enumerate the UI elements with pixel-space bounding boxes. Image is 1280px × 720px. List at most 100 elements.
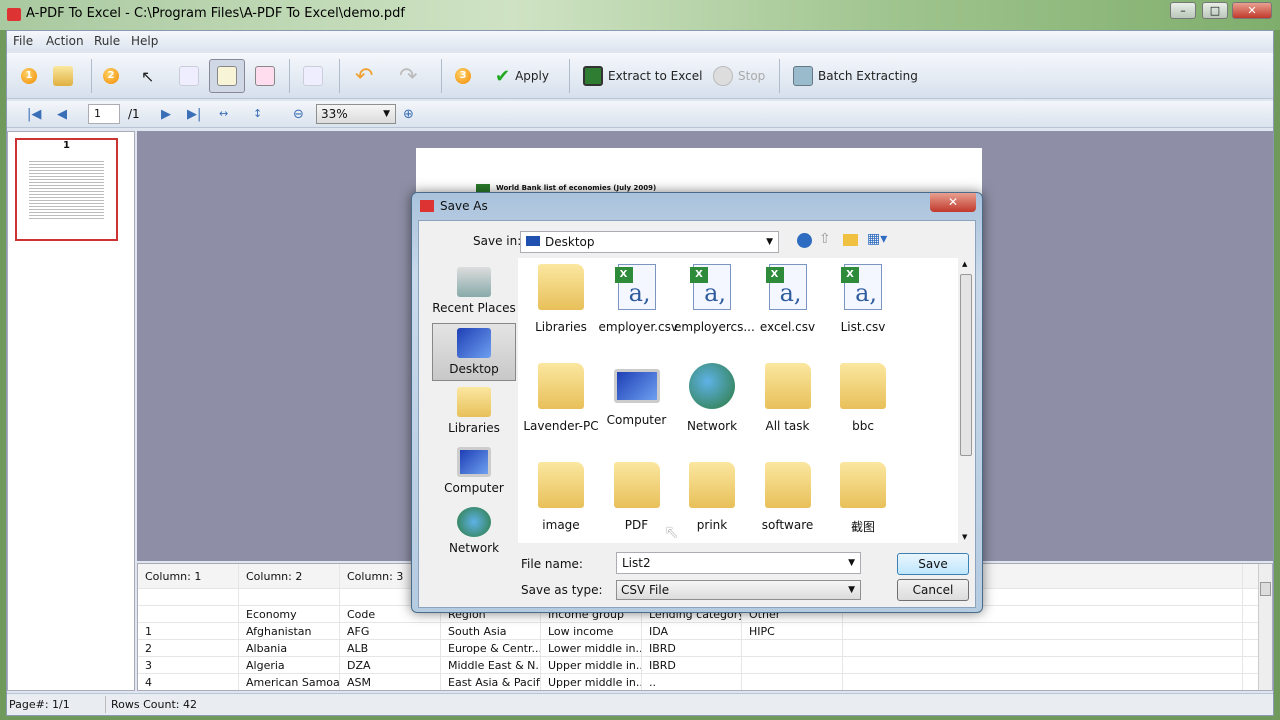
file-item[interactable]: Network bbox=[674, 363, 750, 433]
table-cell[interactable]: Lower middle in... bbox=[541, 640, 642, 657]
table-cell[interactable]: Afghanistan bbox=[239, 623, 340, 640]
zoom-in-icon[interactable]: ⊕ bbox=[403, 107, 414, 122]
table-cell[interactable] bbox=[742, 657, 843, 674]
file-item[interactable]: software bbox=[750, 462, 826, 532]
table-cell[interactable]: Low income bbox=[541, 623, 642, 640]
save-in-select[interactable]: Desktop ▼ bbox=[520, 231, 779, 253]
table-cell[interactable]: IBRD bbox=[642, 640, 742, 657]
menu-rule[interactable]: Rule bbox=[94, 34, 120, 48]
file-item[interactable]: Xa, employercs... bbox=[674, 264, 755, 334]
first-page-icon[interactable]: |◀ bbox=[27, 107, 41, 122]
table-cell[interactable]: 4 bbox=[138, 674, 239, 690]
table-cell[interactable]: HIPC bbox=[742, 623, 843, 640]
stop-button[interactable]: Stop bbox=[713, 63, 765, 89]
table-cell[interactable]: Middle East & N... bbox=[441, 657, 541, 674]
scrollbar-thumb[interactable] bbox=[1260, 582, 1271, 596]
open-folder-icon[interactable] bbox=[53, 66, 73, 86]
page-thumbnail[interactable]: 1 bbox=[15, 138, 118, 241]
new-folder-icon[interactable] bbox=[843, 234, 858, 246]
batch-extracting-button[interactable]: Batch Extracting bbox=[793, 63, 918, 89]
table-cell[interactable]: Upper middle in... bbox=[541, 674, 642, 690]
file-item[interactable]: Libraries bbox=[523, 264, 599, 334]
menu-file[interactable]: File bbox=[13, 34, 33, 48]
table-cell[interactable]: ALB bbox=[340, 640, 441, 657]
file-item[interactable]: 截图 bbox=[825, 462, 901, 535]
table-cell[interactable] bbox=[742, 674, 843, 690]
draw-table-icon[interactable] bbox=[217, 66, 237, 86]
zoom-out-icon[interactable]: ⊖ bbox=[293, 107, 304, 122]
table-cell[interactable]: ASM bbox=[340, 674, 441, 690]
back-icon[interactable] bbox=[797, 233, 812, 248]
file-item[interactable]: All task bbox=[750, 363, 826, 433]
fit-width-icon[interactable]: ↔ bbox=[219, 107, 228, 120]
table-cell[interactable] bbox=[138, 589, 239, 606]
table-cell[interactable]: AFG bbox=[340, 623, 441, 640]
minimize-button[interactable]: – bbox=[1170, 2, 1196, 19]
table-cell[interactable]: IDA bbox=[642, 623, 742, 640]
table-cell[interactable] bbox=[138, 606, 239, 623]
table-cell[interactable] bbox=[742, 640, 843, 657]
table-cell[interactable]: .. bbox=[642, 674, 742, 690]
table-grid-icon[interactable] bbox=[179, 66, 199, 86]
page-number-input[interactable]: 1 bbox=[88, 104, 120, 124]
cancel-button[interactable]: Cancel bbox=[897, 579, 969, 601]
edit-table-icon[interactable] bbox=[255, 66, 275, 86]
apply-button[interactable]: ✔ Apply bbox=[495, 63, 549, 89]
file-list-scrollbar[interactable]: ▲ ▼ bbox=[959, 258, 973, 543]
fit-height-icon[interactable]: ↕ bbox=[253, 107, 262, 120]
redo-icon[interactable]: ↷ bbox=[399, 63, 417, 89]
scroll-up-icon[interactable]: ▲ bbox=[962, 260, 967, 268]
save-button[interactable]: Save bbox=[897, 553, 969, 575]
delete-table-icon[interactable] bbox=[303, 66, 323, 86]
dialog-close-button[interactable]: ✕ bbox=[930, 193, 976, 212]
view-menu-icon[interactable]: ▦▾ bbox=[867, 231, 887, 247]
column-header[interactable]: Column: 1 bbox=[138, 564, 239, 589]
table-cell[interactable]: 2 bbox=[138, 640, 239, 657]
menu-help[interactable]: Help bbox=[131, 34, 158, 48]
scrollbar-thumb[interactable] bbox=[960, 274, 972, 456]
save-as-type-select[interactable]: CSV File ▼ bbox=[616, 580, 861, 600]
last-page-icon[interactable]: ▶| bbox=[187, 107, 201, 122]
zoom-select[interactable]: 33% ▼ bbox=[316, 104, 396, 124]
table-cell[interactable]: East Asia & Pacific bbox=[441, 674, 541, 690]
file-item[interactable]: Lavender-PC bbox=[523, 363, 599, 433]
file-item[interactable]: Computer bbox=[599, 363, 675, 427]
place-network[interactable]: Network bbox=[432, 503, 516, 561]
column-header[interactable]: Column: 2 bbox=[239, 564, 340, 589]
grid-scrollbar[interactable] bbox=[1258, 564, 1272, 690]
file-item[interactable]: Xa, excel.csv bbox=[750, 264, 826, 334]
undo-icon[interactable]: ↶ bbox=[355, 63, 373, 89]
file-item[interactable]: Xa, employer.csv bbox=[599, 264, 678, 334]
place-computer[interactable]: Computer bbox=[432, 443, 516, 501]
file-item[interactable]: image bbox=[523, 462, 599, 532]
table-cell[interactable] bbox=[239, 589, 340, 606]
select-pointer-icon[interactable]: ↖ bbox=[141, 63, 154, 89]
extract-to-excel-button[interactable]: Extract to Excel bbox=[583, 63, 702, 89]
table-cell[interactable] bbox=[843, 640, 1243, 657]
table-cell[interactable]: DZA bbox=[340, 657, 441, 674]
table-cell[interactable]: 3 bbox=[138, 657, 239, 674]
maximize-button[interactable]: □ bbox=[1202, 2, 1228, 19]
place-recent-places[interactable]: Recent Places bbox=[432, 263, 516, 321]
table-cell[interactable]: Algeria bbox=[239, 657, 340, 674]
table-cell[interactable]: South Asia bbox=[441, 623, 541, 640]
place-libraries[interactable]: Libraries bbox=[432, 383, 516, 441]
table-cell[interactable]: 1 bbox=[138, 623, 239, 640]
previous-page-icon[interactable]: ◀ bbox=[57, 107, 67, 122]
table-cell[interactable]: IBRD bbox=[642, 657, 742, 674]
table-cell[interactable] bbox=[843, 623, 1243, 640]
scroll-down-icon[interactable]: ▼ bbox=[962, 533, 967, 541]
table-cell[interactable]: American Samoa bbox=[239, 674, 340, 690]
close-button[interactable]: ✕ bbox=[1232, 2, 1272, 19]
file-name-input[interactable]: List2 ▼ bbox=[616, 552, 861, 574]
table-cell[interactable]: Albania bbox=[239, 640, 340, 657]
up-folder-icon[interactable]: ⇧ bbox=[819, 231, 831, 247]
file-item[interactable]: prink bbox=[674, 462, 750, 532]
table-cell[interactable]: Upper middle in... bbox=[541, 657, 642, 674]
file-item[interactable]: Xa, List.csv bbox=[825, 264, 901, 334]
table-cell[interactable]: Europe & Centr... bbox=[441, 640, 541, 657]
table-cell[interactable]: Economy bbox=[239, 606, 340, 623]
menu-action[interactable]: Action bbox=[46, 34, 84, 48]
table-cell[interactable] bbox=[843, 674, 1243, 690]
file-item[interactable]: bbc bbox=[825, 363, 901, 433]
